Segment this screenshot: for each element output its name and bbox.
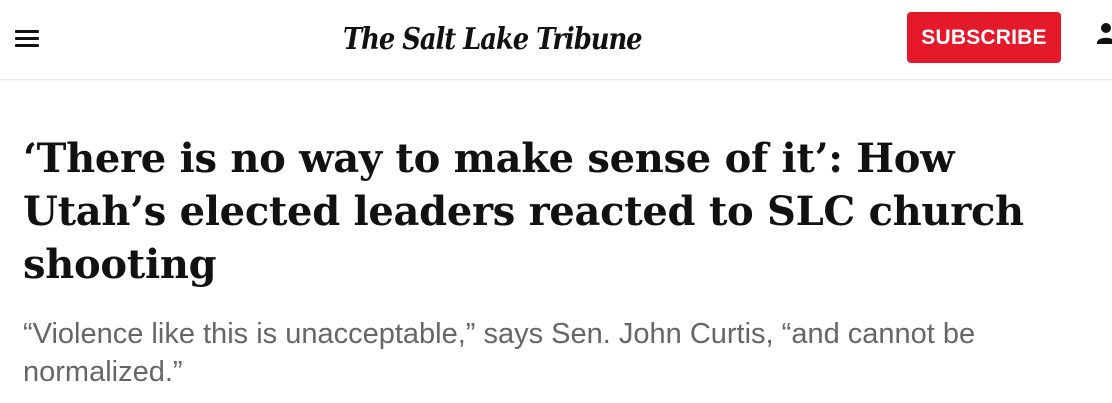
hamburger-menu-icon[interactable] xyxy=(10,24,44,52)
subscribe-button[interactable]: SUBSCRIBE xyxy=(907,12,1061,63)
site-logo[interactable]: The Salt Lake Tribune xyxy=(343,20,643,60)
menu-bar-line xyxy=(15,29,39,33)
article-dek: “Violence like this is unacceptable,” sa… xyxy=(23,318,976,388)
article-headline: ‘There is no way to make sense of it’: H… xyxy=(23,135,1024,288)
menu-bar-line xyxy=(15,43,39,47)
top-navigation-bar: The Salt Lake Tribune SUBSCRIBE xyxy=(0,0,1112,80)
user-account-icon[interactable] xyxy=(1096,22,1112,46)
menu-bar-line xyxy=(15,36,39,40)
page: The Salt Lake Tribune SUBSCRIBE ‘There i… xyxy=(0,0,1112,403)
